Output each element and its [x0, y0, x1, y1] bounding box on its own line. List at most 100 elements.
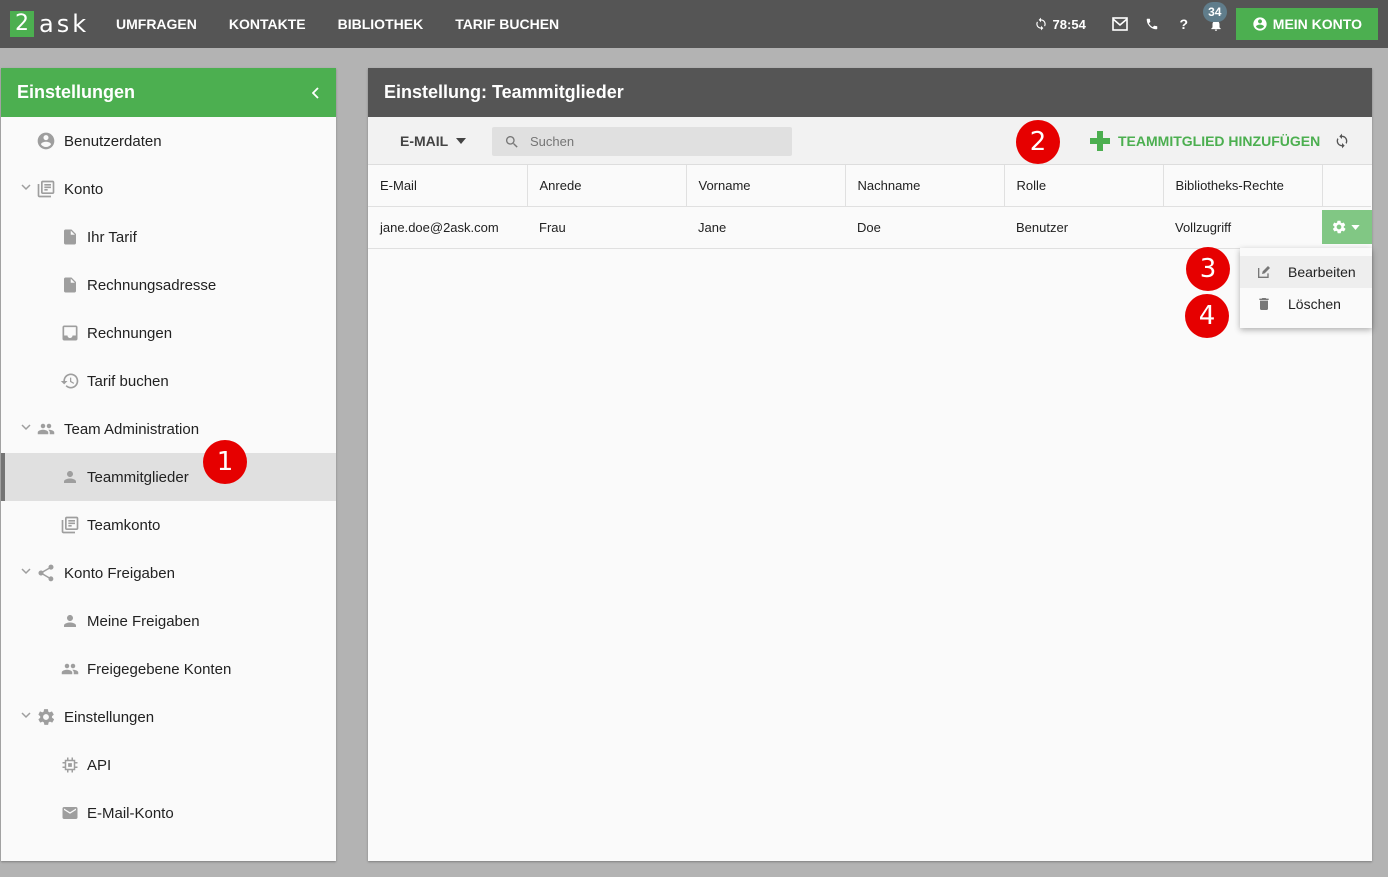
people-icon: [59, 658, 81, 680]
chevron-down-icon[interactable]: [21, 567, 31, 575]
sidebar-item-rechnungen[interactable]: Rechnungen: [1, 309, 336, 357]
top-right-controls: 78:54 ? 34 MEIN KONTO: [1034, 0, 1388, 48]
sidebar-item-label: Einstellungen: [64, 708, 155, 726]
menu-item-label: Löschen: [1288, 296, 1341, 312]
logo-text: ask: [39, 10, 90, 38]
cell-rolle: Benutzer: [1004, 206, 1163, 249]
toolbar: E-MAIL TEAMMITGLIED HINZUFÜGEN: [368, 117, 1372, 165]
settings-menu: Benutzerdaten Konto Ihr Tarif Rechnungsa…: [1, 117, 336, 837]
sidebar-item-label: Tarif buchen: [87, 372, 169, 390]
sidebar-item-label: Team Administration: [64, 420, 200, 438]
sidebar-item-benutzerdaten[interactable]: Benutzerdaten: [1, 117, 336, 165]
email-icon: [59, 802, 81, 824]
table-row[interactable]: jane.doe@2ask.com Frau Jane Doe Benutzer…: [368, 206, 1372, 249]
my-account-button[interactable]: MEIN KONTO: [1235, 8, 1378, 40]
filter-field-dropdown[interactable]: E-MAIL: [400, 117, 467, 165]
sidebar-item-freigegebene-konten[interactable]: Freigegebene Konten: [1, 645, 336, 693]
search-icon: [506, 135, 518, 148]
column-header-rolle[interactable]: Rolle: [1004, 165, 1164, 207]
refresh-button[interactable]: [1334, 117, 1350, 165]
chevron-down-icon[interactable]: [21, 423, 31, 431]
mail-button[interactable]: [1104, 0, 1136, 48]
add-team-member-label: TEAMMITGLIED HINZUFÜGEN: [1118, 133, 1321, 149]
phone-button[interactable]: [1136, 0, 1168, 48]
sidebar-item-einstellungen[interactable]: Einstellungen: [1, 693, 336, 741]
session-timer[interactable]: 78:54: [1034, 17, 1086, 32]
library-books-icon: [35, 178, 57, 200]
sidebar-item-label: Teamkonto: [87, 516, 161, 534]
inbox-icon: [59, 322, 81, 344]
refresh-icon: [1035, 17, 1046, 31]
caret-down-icon: [456, 138, 467, 144]
sidebar-item-rechnungsadresse[interactable]: Rechnungsadresse: [1, 261, 336, 309]
menu-item-bearbeiten[interactable]: Bearbeiten: [1240, 256, 1372, 288]
sidebar-item-tarif-buchen[interactable]: Tarif buchen: [1, 357, 336, 405]
menu-item-loeschen[interactable]: Löschen: [1240, 288, 1372, 320]
sidebar-header: Einstellungen: [1, 68, 336, 117]
sidebar-item-konto-freigaben[interactable]: Konto Freigaben: [1, 549, 336, 597]
top-bar: 2 ask UMFRAGEN KONTAKTE BIBLIOTHEK TARIF…: [0, 0, 1388, 48]
nav-bibliothek[interactable]: BIBLIOTHEK: [322, 0, 440, 48]
search-input[interactable]: [530, 134, 770, 149]
sidebar-item-label: Konto: [64, 180, 104, 198]
gear-icon: [35, 706, 57, 728]
sidebar-item-meine-freigaben[interactable]: Meine Freigaben: [1, 597, 336, 645]
sidebar-title: Einstellungen: [17, 82, 136, 102]
sidebar-item-konto[interactable]: Konto: [1, 165, 336, 213]
sidebar-item-team-administration[interactable]: Team Administration: [1, 405, 336, 453]
caret-down-icon: [1350, 224, 1360, 230]
sidebar-item-teammitglieder[interactable]: Teammitglieder: [1, 453, 336, 501]
cell-email: jane.doe@2ask.com: [368, 206, 527, 249]
cell-anrede: Frau: [527, 206, 686, 249]
row-actions-menu: Bearbeiten Löschen: [1240, 248, 1372, 328]
step-marker-4: 4: [1185, 294, 1229, 338]
sidebar-item-email-konto[interactable]: E-Mail-Konto: [1, 789, 336, 837]
nav-tarif-buchen[interactable]: TARIF BUCHEN: [439, 0, 575, 48]
plus-icon: [1090, 131, 1110, 151]
column-header-nachname[interactable]: Nachname: [845, 165, 1005, 207]
sidebar-item-label: Ihr Tarif: [87, 228, 137, 246]
add-team-member-button[interactable]: TEAMMITGLIED HINZUFÜGEN: [1090, 117, 1320, 165]
sidebar-item-api[interactable]: API: [1, 741, 336, 789]
sidebar-item-ihr-tarif[interactable]: Ihr Tarif: [1, 213, 336, 261]
app-logo[interactable]: 2 ask: [10, 10, 90, 38]
sidebar-item-teamkonto[interactable]: Teamkonto: [1, 501, 336, 549]
main-nav: UMFRAGEN KONTAKTE BIBLIOTHEK TARIF BUCHE…: [100, 0, 575, 48]
mail-icon: [1111, 17, 1128, 31]
chevron-down-icon[interactable]: [21, 711, 31, 719]
main-panel: Einstellung: Teammitglieder E-MAIL TEAMM…: [368, 68, 1372, 861]
sidebar-item-label: E-Mail-Konto: [87, 804, 174, 822]
chip-icon: [59, 754, 81, 776]
sidebar-item-label: Konto Freigaben: [64, 564, 175, 582]
account-circle-icon: [35, 130, 57, 152]
sidebar-item-label: Rechnungen: [87, 324, 173, 342]
share-icon: [35, 562, 57, 584]
sidebar-item-label: Meine Freigaben: [87, 612, 200, 630]
column-header-bibliotheks-rechte[interactable]: Bibliotheks-Rechte: [1163, 165, 1323, 207]
person-icon: [59, 610, 81, 632]
notifications-button[interactable]: 34: [1200, 0, 1232, 48]
table-header-row: E-Mail Anrede Vorname Nachname Rolle Bib…: [368, 165, 1371, 207]
column-header-anrede[interactable]: Anrede: [527, 165, 687, 207]
team-members-table: E-Mail Anrede Vorname Nachname Rolle Bib…: [368, 165, 1372, 249]
help-button[interactable]: ?: [1168, 0, 1200, 48]
trash-icon: [1259, 298, 1269, 310]
column-header-vorname[interactable]: Vorname: [686, 165, 846, 207]
person-icon: [59, 466, 81, 488]
people-icon: [35, 418, 57, 440]
nav-umfragen[interactable]: UMFRAGEN: [100, 0, 213, 48]
phone-icon: [1146, 18, 1158, 30]
chevron-down-icon[interactable]: [21, 183, 31, 191]
sidebar-item-label: Benutzerdaten: [64, 132, 162, 150]
menu-item-label: Bearbeiten: [1288, 264, 1356, 280]
row-actions-button[interactable]: [1322, 210, 1372, 244]
nav-kontakte[interactable]: KONTAKTE: [213, 0, 322, 48]
column-header-email[interactable]: E-Mail: [368, 165, 528, 207]
step-marker-2: 2: [1016, 120, 1060, 164]
cell-actions: [1322, 206, 1372, 249]
refresh-icon: [1336, 133, 1348, 149]
logo-digit: 2: [10, 11, 34, 37]
restore-icon: [59, 370, 81, 392]
collapse-sidebar-button[interactable]: [312, 68, 320, 117]
account-circle-icon: [1253, 17, 1267, 31]
